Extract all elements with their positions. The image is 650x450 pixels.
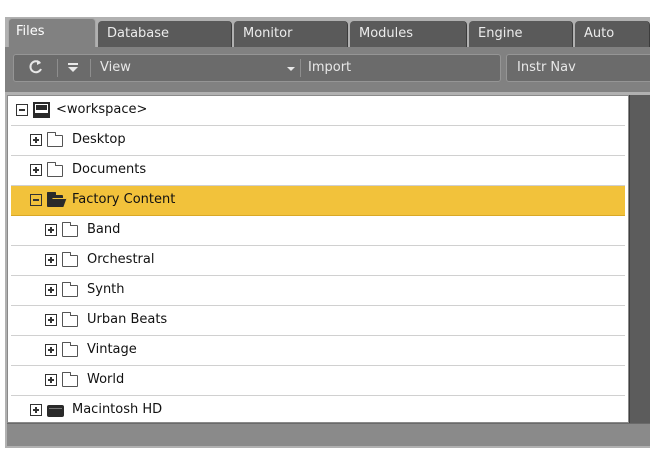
- tree-row-macintosh-hd[interactable]: Macintosh HD: [11, 396, 625, 422]
- instr-nav-button[interactable]: Instr Nav: [506, 54, 650, 82]
- tab-monitor-label: Monitor: [243, 26, 293, 41]
- open-folder-icon: [47, 192, 63, 207]
- folder-icon: [62, 222, 78, 237]
- tree-row-label: <workspace>: [56, 102, 148, 117]
- collapse-icon[interactable]: [30, 194, 42, 206]
- status-bar: [7, 423, 650, 446]
- folder-icon: [47, 132, 63, 147]
- expand-icon[interactable]: [45, 344, 57, 356]
- expand-icon[interactable]: [30, 134, 42, 146]
- file-tree: <workspace> Desktop Documents Factory Co…: [7, 95, 629, 423]
- tab-files[interactable]: Files: [8, 18, 96, 47]
- tree-row-label: Synth: [87, 282, 125, 297]
- tab-files-label: Files: [16, 24, 45, 39]
- tab-engine[interactable]: Engine: [469, 21, 573, 47]
- toolbar: View Import Instr Nav: [5, 47, 650, 92]
- browser-controls: View Import: [13, 54, 501, 82]
- tree-row-label: Macintosh HD: [72, 402, 163, 417]
- tree-row-label: Documents: [72, 162, 147, 177]
- folder-icon: [47, 162, 63, 177]
- tree-row-label: Orchestral: [87, 252, 155, 267]
- tab-engine-label: Engine: [478, 26, 523, 41]
- view-label: View: [100, 60, 131, 75]
- hard-drive-icon: [47, 405, 64, 417]
- menu-button[interactable]: [67, 59, 79, 79]
- view-dropdown[interactable]: [286, 59, 296, 79]
- tree-row-vintage[interactable]: Vintage: [11, 336, 625, 366]
- expand-icon[interactable]: [30, 164, 42, 176]
- tree-scrollbar[interactable]: [629, 95, 650, 423]
- folder-icon: [62, 252, 78, 267]
- tree-row-band[interactable]: Band: [11, 216, 625, 246]
- tab-bar: Files Database Monitor Modules Engine Au…: [5, 17, 650, 47]
- dropdown-arrow-icon: [287, 67, 295, 71]
- tree-row-factory-content[interactable]: Factory Content: [11, 186, 625, 216]
- tab-monitor[interactable]: Monitor: [234, 21, 348, 47]
- import-button[interactable]: Import: [308, 60, 351, 75]
- tree-row-label: Desktop: [72, 132, 126, 147]
- expand-icon[interactable]: [45, 314, 57, 326]
- toolbar-divider: [57, 59, 58, 77]
- tree-row-label: Factory Content: [72, 192, 176, 207]
- tree-row-desktop[interactable]: Desktop: [11, 126, 625, 156]
- expand-icon[interactable]: [45, 254, 57, 266]
- tab-auto[interactable]: Auto: [575, 21, 650, 47]
- tree-row-orchestral[interactable]: Orchestral: [11, 246, 625, 276]
- tab-modules-label: Modules: [359, 26, 414, 41]
- folder-icon: [62, 312, 78, 327]
- tree-row-workspace[interactable]: <workspace>: [11, 96, 625, 126]
- tab-modules[interactable]: Modules: [350, 21, 467, 47]
- expand-icon[interactable]: [30, 404, 42, 416]
- tree-row-label: Vintage: [87, 342, 137, 357]
- file-browser-panel: Files Database Monitor Modules Engine Au…: [5, 17, 650, 448]
- collapse-icon[interactable]: [16, 104, 28, 116]
- down-triangle-menu-icon: [68, 63, 78, 72]
- tree-row-documents[interactable]: Documents: [11, 156, 625, 186]
- tree-row-label: Urban Beats: [87, 312, 168, 327]
- tree-row-label: World: [87, 372, 125, 387]
- folder-icon: [62, 372, 78, 387]
- expand-icon[interactable]: [45, 284, 57, 296]
- tab-database[interactable]: Database: [98, 21, 232, 47]
- refresh-button[interactable]: [28, 58, 44, 80]
- toolbar-divider: [90, 59, 91, 77]
- tab-auto-label: Auto: [584, 26, 615, 41]
- workspace-monitor-icon: [33, 102, 50, 115]
- instr-nav-label: Instr Nav: [517, 60, 576, 75]
- folder-icon: [62, 282, 78, 297]
- workspace-monitor-stand: [33, 115, 50, 118]
- tree-row-world[interactable]: World: [11, 366, 625, 396]
- tab-database-label: Database: [107, 26, 170, 41]
- expand-icon[interactable]: [45, 374, 57, 386]
- tree-row-label: Band: [87, 222, 121, 237]
- folder-icon: [62, 342, 78, 357]
- tree-row-urban-beats[interactable]: Urban Beats: [11, 306, 625, 336]
- tree-row-synth[interactable]: Synth: [11, 276, 625, 306]
- refresh-icon: [29, 60, 42, 74]
- toolbar-divider: [300, 59, 301, 77]
- expand-icon[interactable]: [45, 224, 57, 236]
